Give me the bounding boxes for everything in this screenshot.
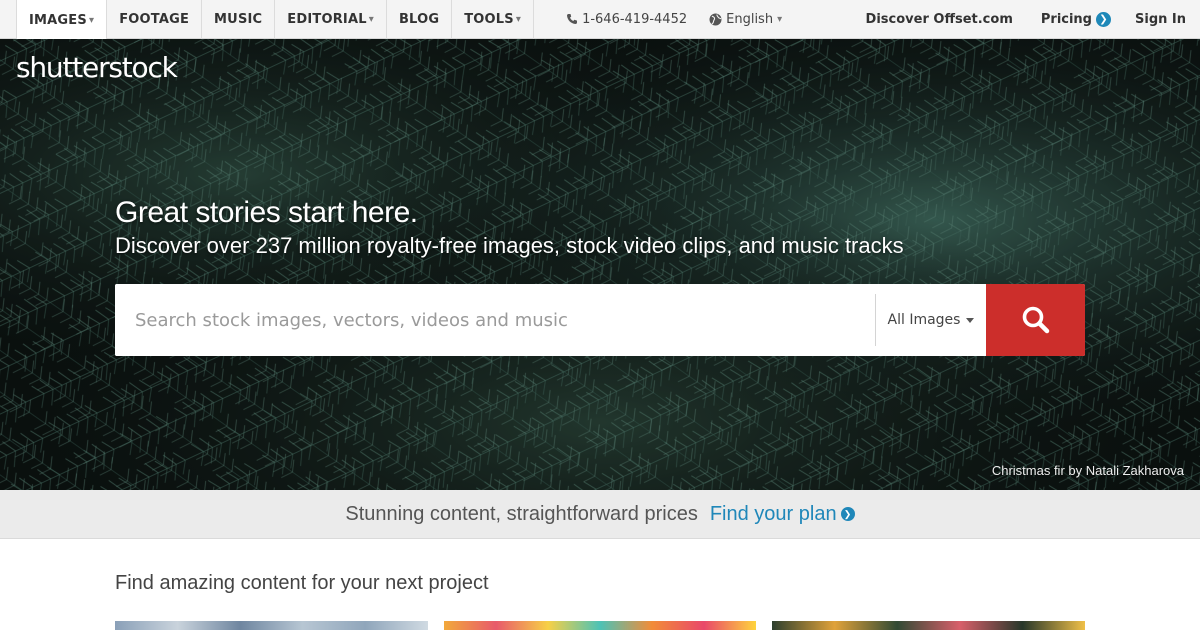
- sign-in-label: Sign In: [1135, 11, 1186, 27]
- hero-headline: Great stories start here.: [115, 196, 418, 229]
- nav-editorial[interactable]: EDITORIAL ▾: [275, 0, 387, 39]
- hero-subline: Discover over 237 million royalty-free i…: [115, 233, 904, 258]
- nav-images-label: IMAGES: [29, 12, 87, 28]
- nav-tools[interactable]: TOOLS ▾: [452, 0, 535, 39]
- chevron-right-icon: ❯: [1096, 11, 1111, 27]
- discover-offset-link[interactable]: Discover Offset.com: [854, 12, 1025, 27]
- thumbnail-city[interactable]: [115, 621, 428, 630]
- search-input[interactable]: [115, 284, 875, 356]
- media-type-dropdown[interactable]: All Images: [876, 284, 986, 356]
- search-icon: [1022, 306, 1049, 334]
- phone-number: 1-646-419-4452: [582, 11, 688, 27]
- nav-footage-label: FOOTAGE: [119, 12, 190, 27]
- caret-down-icon: ▾: [368, 14, 374, 25]
- search-button[interactable]: [986, 284, 1085, 356]
- nav-music-label: MUSIC: [214, 12, 263, 27]
- caret-down-icon: ▾: [777, 13, 783, 25]
- discover-offset-label: Discover Offset.com: [865, 11, 1013, 27]
- caret-down-icon: [966, 317, 975, 323]
- find-plan-link[interactable]: Find your plan ❯: [710, 503, 855, 526]
- phone-icon: [567, 14, 578, 24]
- phone-contact[interactable]: 1-646-419-4452: [556, 0, 697, 38]
- nav-editorial-label: EDITORIAL: [287, 12, 367, 27]
- pricing-link[interactable]: Pricing ❯: [1029, 11, 1123, 27]
- nav-blog-label: BLOG: [398, 12, 440, 27]
- section-title: Find amazing content for your next proje…: [115, 572, 489, 594]
- nav-footage[interactable]: FOOTAGE: [107, 0, 203, 39]
- nav-blog[interactable]: BLOG: [387, 0, 453, 39]
- caret-down-icon: ▾: [515, 14, 522, 25]
- thumbnail-tropical[interactable]: [772, 621, 1086, 630]
- chevron-right-icon: ❯: [840, 507, 855, 521]
- nav-images[interactable]: IMAGES ▾: [16, 0, 108, 40]
- image-credit[interactable]: Christmas fir by Natali Zakharova: [992, 463, 1184, 478]
- hero-banner: shutterstock Great stories start here. D…: [0, 39, 1200, 490]
- thumbnail-colorful[interactable]: [443, 621, 757, 630]
- promo-text: Stunning content, straightforward prices: [345, 502, 698, 525]
- nav-music[interactable]: MUSIC: [202, 0, 276, 39]
- globe-icon: [709, 13, 722, 25]
- language-selector[interactable]: English ▾: [699, 0, 792, 38]
- find-plan-label: Find your plan: [709, 502, 837, 525]
- top-nav: IMAGES ▾ FOOTAGE MUSIC EDITORIAL ▾ BLOG TO…: [0, 0, 1200, 40]
- shutterstock-logo[interactable]: shutterstock: [16, 51, 178, 84]
- nav-tools-label: TOOLS: [464, 12, 514, 27]
- caret-down-icon: ▾: [88, 14, 95, 26]
- hero-background-image: [0, 39, 1200, 490]
- nav-right-group: Discover Offset.com Pricing ❯ Sign In: [854, 0, 1200, 38]
- pricing-label: Pricing: [1040, 11, 1092, 27]
- media-type-label: All Images: [887, 312, 961, 328]
- content-thumbnails: [115, 621, 1086, 630]
- pricing-promo-band: Stunning content, straightforward prices…: [0, 490, 1200, 539]
- sign-in-link[interactable]: Sign In: [1123, 12, 1200, 27]
- language-label: English: [726, 11, 774, 27]
- search-bar: All Images: [115, 284, 1085, 356]
